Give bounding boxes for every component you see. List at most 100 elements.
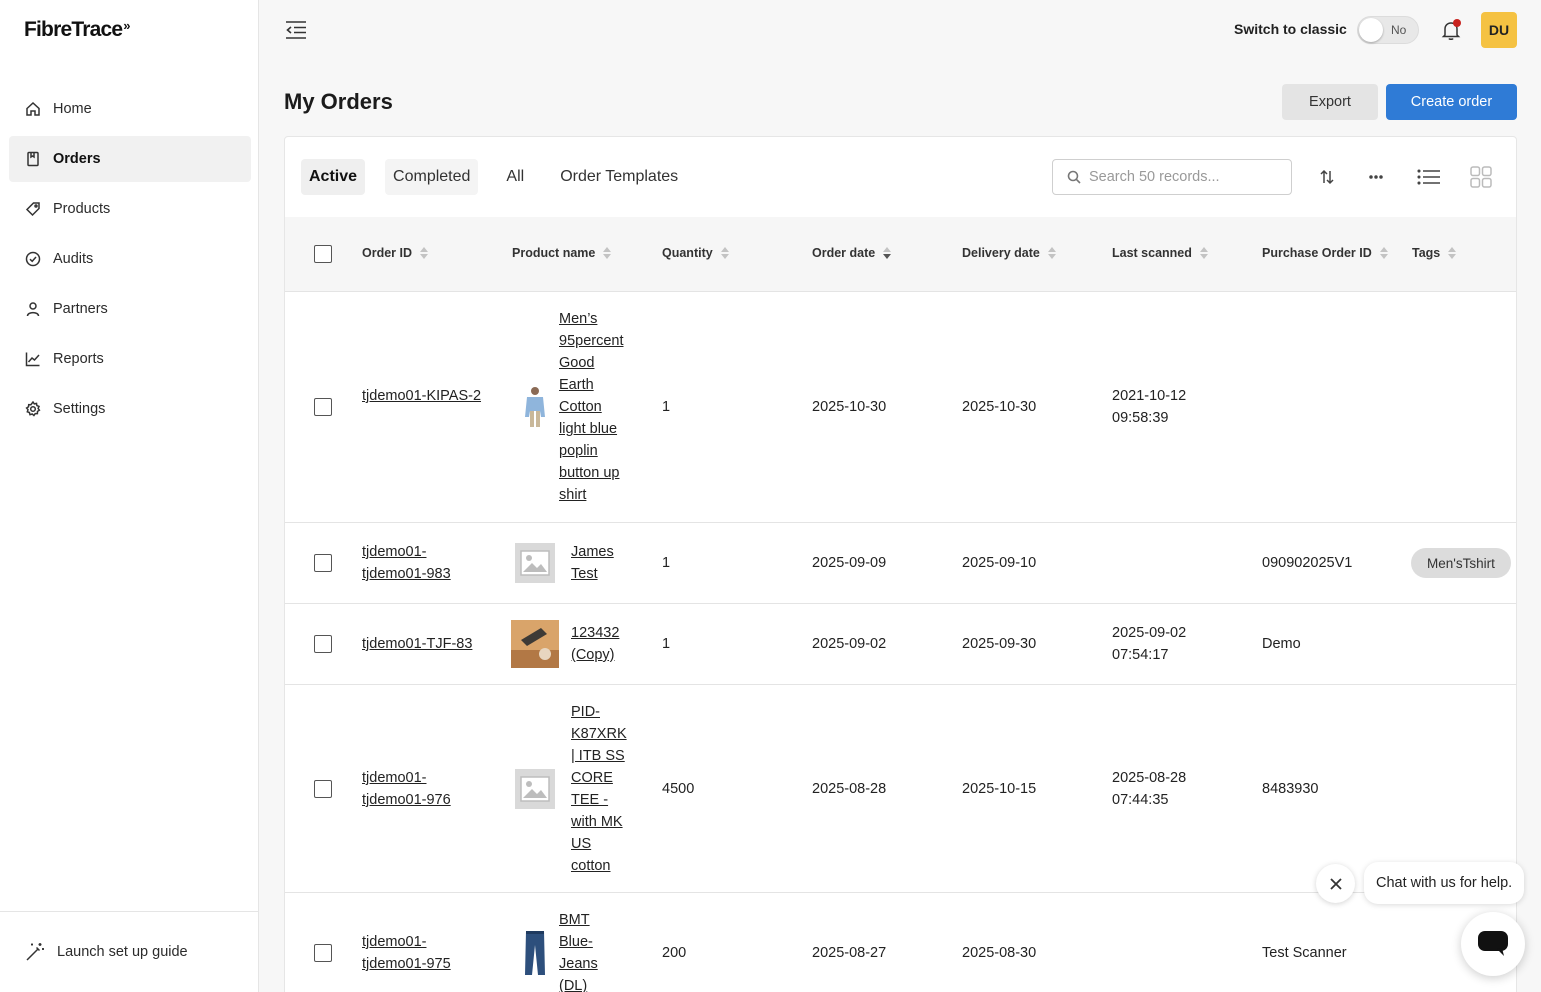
search-input[interactable]: [1089, 169, 1279, 185]
export-button[interactable]: Export: [1282, 84, 1378, 120]
last-scanned-value: 2025-09-02 07:54:17: [1112, 625, 1187, 663]
close-icon: [1329, 877, 1342, 890]
tab-active[interactable]: Active: [301, 159, 366, 195]
chat-prompt-bubble[interactable]: Chat with us for help.: [1364, 862, 1525, 904]
product-name-link[interactable]: James Test: [571, 541, 631, 585]
switch-classic-label: Switch to classic: [1234, 21, 1347, 37]
order-id-link[interactable]: tjdemo01-KIPAS-2: [362, 385, 487, 407]
table-row[interactable]: tjdemo01-tjdemo01-983 James Test 1 2025-…: [285, 523, 1516, 604]
sort-icon: [720, 247, 729, 259]
column-header-order-id[interactable]: Order ID: [362, 246, 429, 260]
column-header-product-name[interactable]: Product name: [512, 246, 612, 260]
sidebar-item-partners[interactable]: Partners: [9, 286, 251, 332]
row-checkbox[interactable]: [314, 944, 332, 962]
row-checkbox[interactable]: [314, 780, 332, 798]
toggle-knob: [1359, 18, 1383, 42]
sort-icon: [1379, 247, 1388, 259]
tag-chip[interactable]: Men'sTshirt: [1411, 548, 1511, 578]
sidebar-item-label: Home: [53, 101, 92, 117]
purchase-order-id-value: 090902025V1: [1262, 555, 1353, 571]
table-row[interactable]: tjdemo01-tjdemo01-976 PID-K87XRK | ITB S…: [285, 685, 1516, 893]
avatar[interactable]: DU: [1481, 12, 1517, 48]
table-row[interactable]: tjdemo01-KIPAS-2 Men’s 95percent Good Ea…: [285, 292, 1516, 523]
product-name-link[interactable]: PID-K87XRK | ITB SS CORE TEE - with MK U…: [571, 701, 629, 877]
tab-order-templates[interactable]: Order Templates: [552, 159, 686, 195]
order-id-link[interactable]: tjdemo01-TJF-83: [362, 633, 472, 655]
sort-icon: [420, 247, 429, 259]
collapse-menu-icon: [286, 21, 306, 39]
chat-launcher-button[interactable]: [1461, 912, 1525, 976]
product-name-link[interactable]: BMT Blue-Jeans (DL): [559, 909, 619, 992]
sort-icon: [603, 247, 612, 259]
product-name-link[interactable]: Men’s 95percent Good Earth Cotton light …: [559, 308, 631, 506]
more-options-button[interactable]: [1366, 167, 1386, 187]
sidebar-item-label: Audits: [53, 251, 94, 267]
launch-setup-guide[interactable]: Launch set up guide: [0, 911, 259, 992]
sort-desc-icon: [883, 247, 892, 259]
search-icon: [1067, 170, 1081, 184]
notifications-button[interactable]: [1440, 19, 1462, 41]
chat-icon: [1478, 931, 1508, 956]
image-placeholder-icon: [515, 769, 555, 809]
column-header-tags[interactable]: Tags: [1412, 246, 1457, 260]
delivery-date-value: 2025-08-30: [962, 945, 1037, 961]
purchase-order-id-value: 8483930: [1262, 781, 1319, 797]
table-row[interactable]: tjdemo01-TJF-83 123432 (Copy) 1 2025-09-…: [285, 604, 1516, 685]
quantity-value: 1: [662, 636, 671, 652]
table-header: Order ID Product name Quantity Order dat…: [285, 217, 1516, 292]
product-thumbnail: [511, 539, 559, 587]
table-row[interactable]: tjdemo01-tjdemo01-975 BMT Blue-Jeans (DL…: [285, 893, 1516, 992]
order-id-link[interactable]: tjdemo01-tjdemo01-976: [362, 767, 472, 811]
column-header-order-date[interactable]: Order date: [812, 246, 892, 260]
order-date-value: 2025-10-30: [812, 399, 887, 415]
order-tabs: Active Completed All Order Templates: [301, 159, 706, 195]
jeans-photo-icon: [511, 929, 559, 977]
row-checkbox[interactable]: [314, 398, 332, 416]
sidebar-item-label: Partners: [53, 301, 108, 317]
sidebar-nav: Home Orders Products Audits Partners Rep…: [9, 86, 251, 436]
orders-icon: [25, 151, 41, 167]
column-header-purchase-order-id[interactable]: Purchase Order ID: [1262, 246, 1388, 260]
sort-icon: [1199, 247, 1208, 259]
sidebar-item-products[interactable]: Products: [9, 186, 251, 232]
sidebar-item-orders[interactable]: Orders: [9, 136, 251, 182]
grid-view-button[interactable]: [1470, 166, 1492, 188]
app-logo[interactable]: FibreTrace»: [24, 18, 131, 42]
row-checkbox[interactable]: [314, 554, 332, 572]
check-circle-icon: [25, 251, 41, 267]
order-date-value: 2025-08-27: [812, 945, 887, 961]
row-checkbox[interactable]: [314, 635, 332, 653]
sidebar-item-reports[interactable]: Reports: [9, 336, 251, 382]
order-date-value: 2025-09-09: [812, 555, 887, 571]
product-thumbnail: [511, 383, 559, 431]
list-view-button[interactable]: [1417, 167, 1441, 187]
tab-all[interactable]: All: [498, 159, 532, 195]
order-id-link[interactable]: tjdemo01-tjdemo01-975: [362, 931, 472, 975]
select-all-checkbox[interactable]: [314, 245, 332, 263]
gear-icon: [25, 401, 41, 417]
sort-icon: [1448, 247, 1457, 259]
delivery-date-value: 2025-10-30: [962, 399, 1037, 415]
person-icon: [25, 301, 41, 317]
sidebar-item-label: Orders: [53, 151, 101, 167]
column-header-delivery-date[interactable]: Delivery date: [962, 246, 1056, 260]
product-name-link[interactable]: 123432 (Copy): [571, 622, 631, 666]
sort-button[interactable]: [1317, 167, 1337, 187]
order-id-link[interactable]: tjdemo01-tjdemo01-983: [362, 541, 472, 585]
delivery-date-value: 2025-09-30: [962, 636, 1037, 652]
classic-toggle[interactable]: No: [1357, 16, 1419, 44]
sidebar-item-home[interactable]: Home: [9, 86, 251, 132]
quantity-value: 1: [662, 555, 671, 571]
tab-completed[interactable]: Completed: [385, 159, 479, 195]
column-header-quantity[interactable]: Quantity: [662, 246, 729, 260]
purchase-order-id-value: Demo: [1262, 636, 1301, 652]
magic-wand-icon: [26, 943, 44, 961]
chat-dismiss-button[interactable]: [1316, 864, 1355, 903]
create-order-button[interactable]: Create order: [1386, 84, 1517, 120]
purchase-order-id-value: Test Scanner: [1262, 945, 1347, 961]
column-header-last-scanned[interactable]: Last scanned: [1112, 246, 1208, 260]
sidebar-item-audits[interactable]: Audits: [9, 236, 251, 282]
collapse-sidebar-button[interactable]: [284, 18, 308, 42]
toggle-value: No: [1391, 23, 1407, 37]
sidebar-item-settings[interactable]: Settings: [9, 386, 251, 432]
